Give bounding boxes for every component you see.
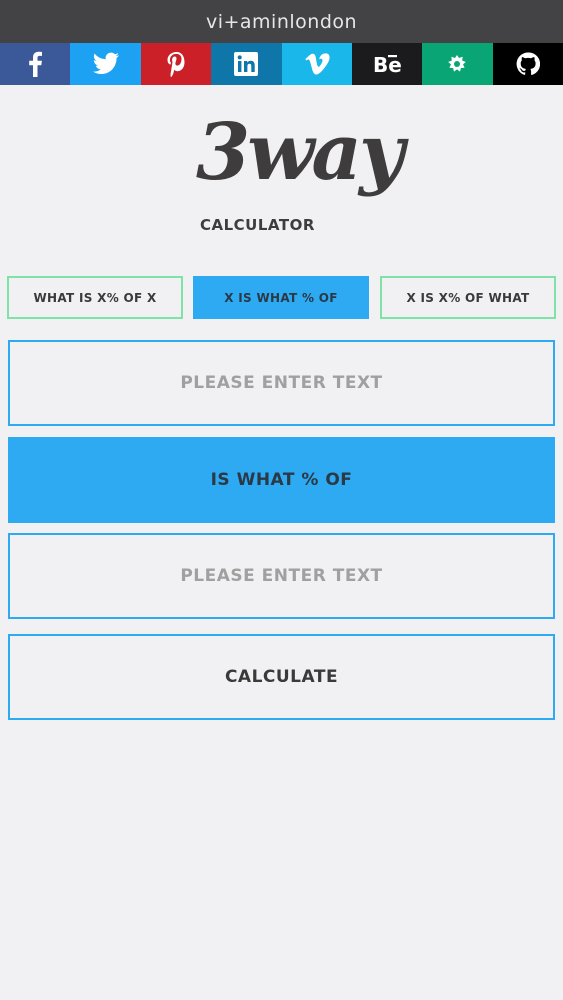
logo-subtitle: CALCULATOR: [200, 216, 315, 234]
social-android-button[interactable]: [422, 43, 493, 85]
facebook-icon: [29, 51, 43, 77]
social-linkedin-button[interactable]: [211, 43, 282, 85]
brand-title: vi+aminlondon: [205, 10, 358, 33]
first-value-field: [8, 340, 555, 426]
mode-tabs: WHAT IS X% OF X X IS WHAT % OF X IS X% O…: [7, 276, 556, 320]
calculate-button[interactable]: CALCULATE: [8, 634, 555, 720]
twitter-icon: [92, 52, 119, 74]
tab-x-is-x-percent-of-what[interactable]: X IS X% OF WHAT: [380, 276, 556, 319]
social-bar: Be: [0, 43, 563, 85]
behance-icon: Be: [373, 53, 402, 75]
tab-x-is-what-percent-of[interactable]: X IS WHAT % OF: [193, 276, 369, 319]
second-value-input[interactable]: [10, 535, 553, 617]
svg-text:Be: Be: [373, 53, 402, 75]
social-twitter-button[interactable]: [70, 43, 141, 85]
tab-what-is-x-percent-of-x[interactable]: WHAT IS X% OF X: [7, 276, 183, 319]
social-behance-button[interactable]: Be: [351, 43, 423, 85]
github-icon: [516, 52, 540, 76]
vimeo-icon: [304, 53, 330, 75]
first-value-input[interactable]: [10, 342, 553, 424]
social-facebook-button[interactable]: [0, 43, 71, 85]
logo-wordmark: 3way: [196, 107, 404, 198]
social-github-button[interactable]: [492, 43, 563, 85]
linkedin-icon: [234, 52, 259, 76]
second-value-field: [8, 533, 555, 619]
top-bar: vi+aminlondon: [0, 0, 563, 43]
app-logo: 3way CALCULATOR: [196, 114, 404, 240]
operator-label: IS WHAT % OF: [8, 437, 555, 523]
social-vimeo-button[interactable]: [281, 43, 352, 85]
android-icon: [448, 55, 467, 72]
pinterest-icon: [167, 52, 185, 77]
social-pinterest-button[interactable]: [140, 43, 212, 85]
